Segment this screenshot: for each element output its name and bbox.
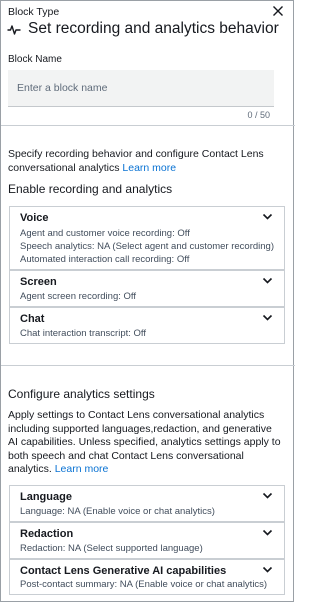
learn-more-link[interactable]: Learn more [55, 463, 109, 475]
recording-intro: Specify recording behavior and configure… [8, 148, 280, 175]
language-card-title: Language [20, 491, 72, 503]
analytics-intro: Apply settings to Contact Lens conversat… [8, 409, 284, 477]
screen-card-title: Screen [20, 276, 57, 288]
chat-card[interactable]: Chat Chat interaction transcript: Off [9, 307, 285, 344]
chevron-down-icon[interactable] [262, 491, 273, 500]
screen-card[interactable]: Screen Agent screen recording: Off [9, 270, 285, 307]
recording-heading: Enable recording and analytics [8, 182, 173, 196]
chat-line: Chat interaction transcript: Off [20, 328, 147, 339]
block-name-input[interactable] [8, 70, 274, 107]
chevron-down-icon[interactable] [262, 565, 273, 574]
chevron-down-icon[interactable] [262, 212, 273, 221]
genai-card[interactable]: Contact Lens Generative AI capabilities … [9, 559, 285, 595]
character-counter: 0 / 50 [247, 110, 270, 120]
analytics-intro-text: Apply settings to Contact Lens conversat… [8, 409, 281, 475]
page-title: Set recording and analytics behavior [28, 20, 279, 37]
voice-line: Speech analytics: NA (Select agent and c… [20, 241, 274, 252]
voice-card[interactable]: Voice Agent and customer voice recording… [9, 206, 285, 270]
chat-card-title: Chat [20, 313, 45, 325]
section-divider [1, 125, 295, 126]
language-card[interactable]: Language Language: NA (Enable voice or c… [9, 485, 285, 522]
chevron-down-icon[interactable] [262, 276, 273, 285]
section-divider [1, 365, 295, 366]
chevron-down-icon[interactable] [262, 528, 273, 537]
block-config-panel: Block Type Set recording and analytics b… [0, 0, 295, 602]
close-icon[interactable] [271, 4, 285, 18]
language-line: Language: NA (Enable voice or chat analy… [20, 506, 215, 517]
redaction-card-title: Redaction [20, 528, 74, 540]
genai-line: Post-contact summary: NA (Enable voice o… [20, 579, 268, 590]
voice-line: Automated interaction call recording: Of… [20, 254, 190, 265]
flow-block-icon [7, 24, 21, 36]
redaction-card[interactable]: Redaction Redaction: NA (Select supporte… [9, 522, 285, 559]
block-type-label: Block Type [8, 6, 60, 18]
screen-line: Agent screen recording: Off [20, 291, 136, 302]
genai-card-title: Contact Lens Generative AI capabilities [20, 565, 227, 577]
chevron-down-icon[interactable] [262, 313, 273, 322]
voice-card-title: Voice [20, 212, 49, 224]
learn-more-link[interactable]: Learn more [122, 162, 176, 174]
analytics-heading: Configure analytics settings [8, 387, 155, 401]
block-name-label: Block Name [8, 54, 62, 65]
redaction-line: Redaction: NA (Select supported language… [20, 543, 203, 554]
voice-line: Agent and customer voice recording: Off [20, 228, 190, 239]
